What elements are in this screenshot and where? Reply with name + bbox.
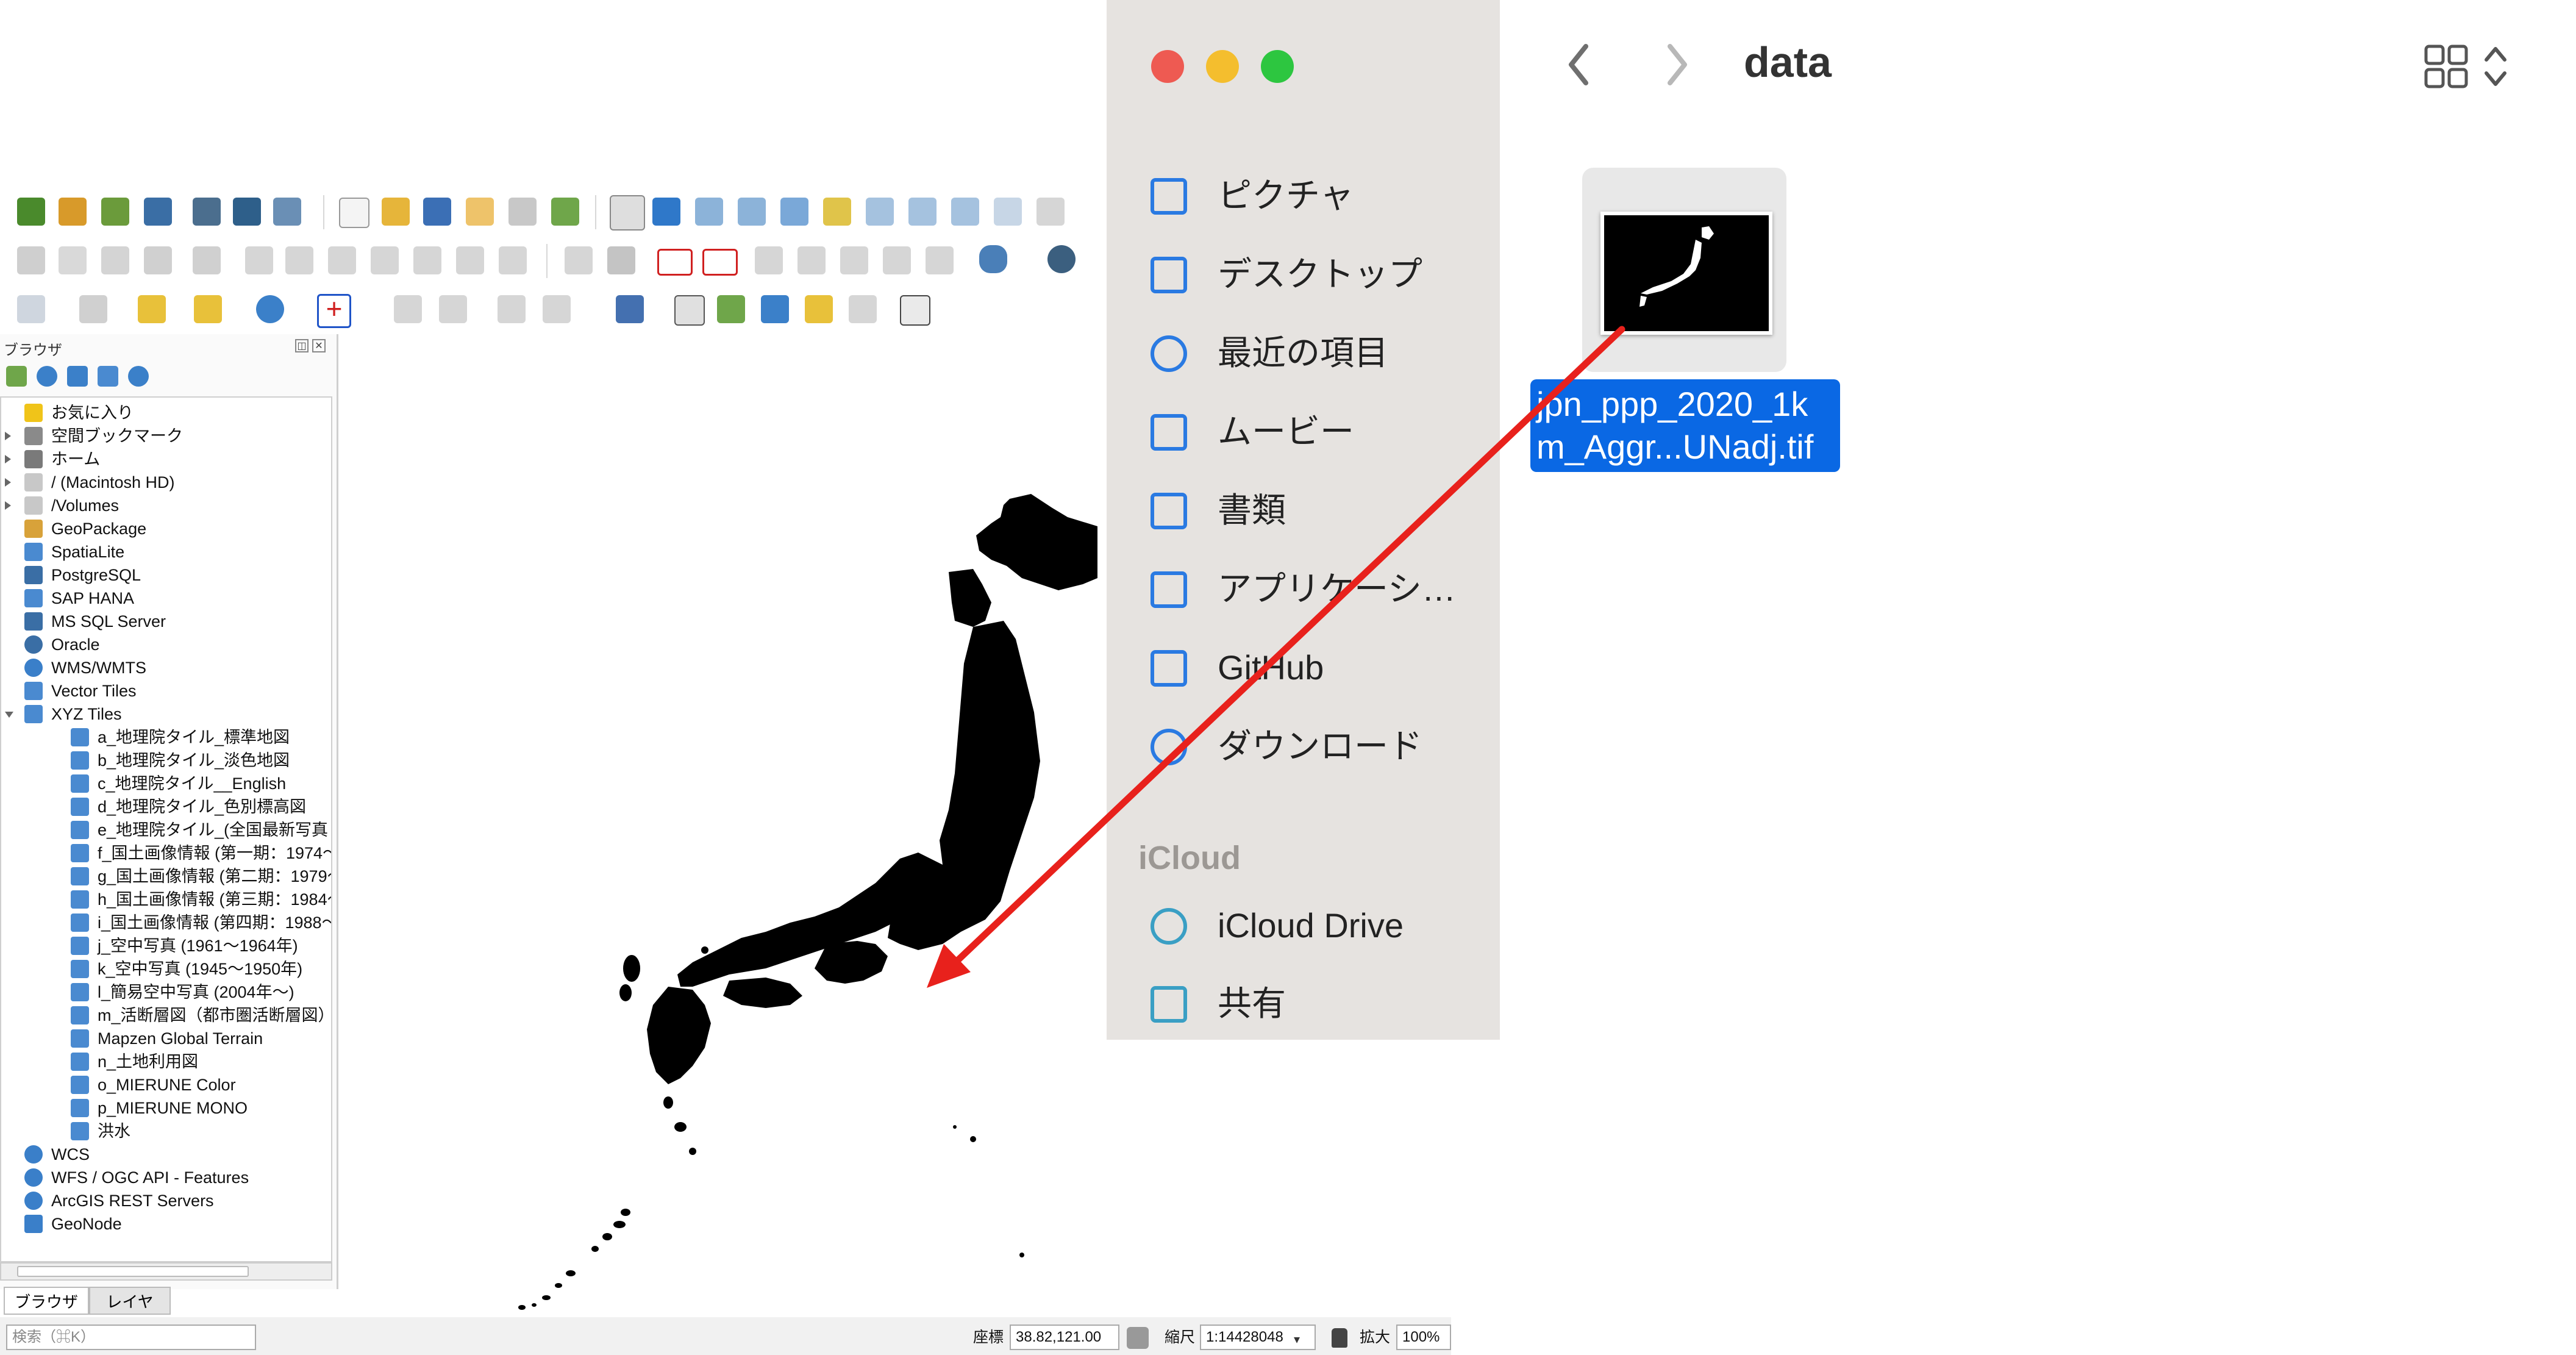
drag-arrow-overlay <box>927 326 1625 988</box>
drag-arrow-line <box>947 326 1625 970</box>
